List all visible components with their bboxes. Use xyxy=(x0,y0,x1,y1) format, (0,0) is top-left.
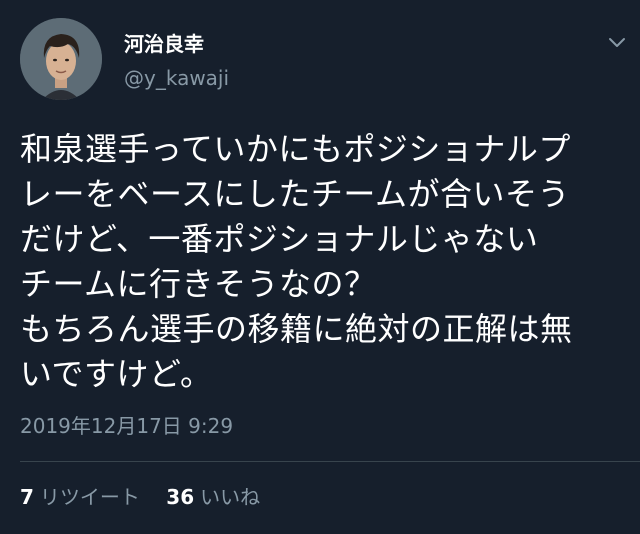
avatar[interactable] xyxy=(20,18,102,100)
tweet-text-line: だけど、一番ポジショナルじゃない xyxy=(20,220,539,258)
tweet-card: 河治良幸 @y_kawaji 和泉選手っていかにもポジショナルプ レーをベースに… xyxy=(0,0,640,534)
tweet-text-line: レーをベースにしたチームが合いそう xyxy=(20,175,570,213)
avatar-portrait-icon xyxy=(20,18,102,100)
retweets-label: リツイート xyxy=(39,485,140,509)
tweet-timestamp[interactable]: 2019年12月17日 9:29 xyxy=(20,413,233,439)
tweet-text-line: いですけど。 xyxy=(20,355,213,393)
likes-stat[interactable]: 36 いいね xyxy=(166,484,260,510)
retweets-count: 7 xyxy=(20,485,34,509)
chevron-down-icon[interactable] xyxy=(606,34,628,50)
retweets-stat[interactable]: 7 リツイート xyxy=(20,484,140,510)
tweet-text: 和泉選手っていかにもポジショナルプ レーをベースにしたチームが合いそう だけど、… xyxy=(20,127,630,397)
likes-count: 36 xyxy=(166,485,195,509)
tweet-text-line: チームに行きそうなの？ xyxy=(20,265,377,303)
tweet-stats: 7 リツイート 36 いいね xyxy=(20,484,260,510)
display-name[interactable]: 河治良幸 xyxy=(124,31,204,57)
likes-label: いいね xyxy=(200,485,261,509)
tweet-text-line: もちろん選手の移籍に絶対の正解は無 xyxy=(20,310,573,348)
username[interactable]: @y_kawaji xyxy=(124,65,229,91)
divider xyxy=(20,461,640,462)
tweet-text-line: 和泉選手っていかにもポジショナルプ xyxy=(20,130,571,168)
